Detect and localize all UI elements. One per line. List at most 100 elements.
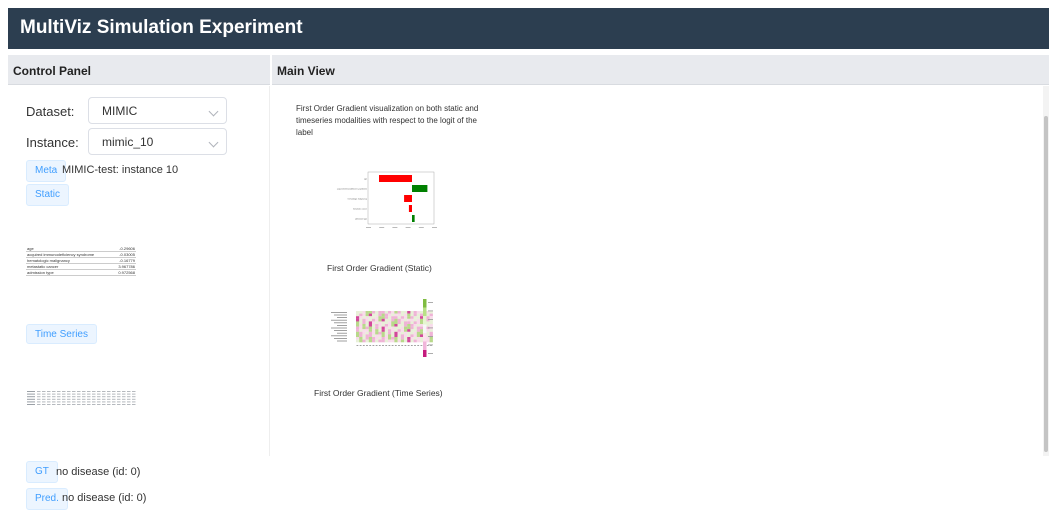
time-series-button[interactable]: Time Series <box>26 324 97 344</box>
ts-cell <box>57 398 61 400</box>
heatmap-cell <box>359 331 363 335</box>
heatmap-cell <box>372 326 376 330</box>
heatmap-row-label <box>334 314 347 316</box>
ts-cell <box>87 391 91 392</box>
heatmap-cell <box>384 331 389 335</box>
heatmap-cell <box>397 311 401 314</box>
scrollbar-thumb[interactable] <box>1044 116 1048 452</box>
heatmap-cell <box>365 337 369 340</box>
static-bar <box>408 205 412 212</box>
heatmap-cell <box>400 313 405 317</box>
ts-cell <box>67 391 71 392</box>
heatmap-x-tick <box>385 345 388 346</box>
heatmap-cell <box>416 324 421 327</box>
heatmap-cell <box>413 321 417 325</box>
heatmap-row-label <box>331 335 347 337</box>
heatmap-x-tick <box>362 345 365 346</box>
ts-cell <box>72 396 76 398</box>
heatmap-cell <box>362 318 366 322</box>
ts-cell <box>112 401 116 403</box>
ts-cell <box>127 391 131 392</box>
dataset-select[interactable]: MIMIC <box>88 97 227 124</box>
heatmap-cell <box>404 339 408 343</box>
static-button[interactable]: Static <box>26 184 70 206</box>
heatmap-cell <box>359 321 363 325</box>
ts-cell <box>92 401 96 403</box>
ts-row-label <box>27 396 35 398</box>
heatmap-cell <box>394 318 398 322</box>
chevron-down-icon <box>208 137 219 148</box>
heatmap-cell <box>420 339 424 343</box>
static-gradient-chart: age acquired immunodeficiency syndrome hem… <box>337 171 437 228</box>
heatmap-cell <box>413 334 417 338</box>
ts-cell <box>117 393 121 395</box>
heatmap-cell <box>394 313 398 317</box>
heatmap-cell <box>394 311 398 314</box>
heatmap-row-label <box>331 312 347 313</box>
heatmap-cell <box>416 318 421 322</box>
ts-row-label <box>27 404 35 405</box>
heatmap-cell <box>365 316 369 319</box>
ts-cell <box>77 393 81 395</box>
heatmap-cell <box>400 316 405 319</box>
heatmap-cell <box>381 316 385 319</box>
heatmap-x-tick <box>356 345 359 346</box>
gt-text: no disease (id: 0) <box>56 466 141 478</box>
heatmap-cell <box>426 337 430 340</box>
heatmap-cell <box>400 321 405 325</box>
ts-cell <box>87 396 91 398</box>
heatmap-cell <box>426 311 430 314</box>
heatmap-cell <box>410 311 414 314</box>
heatmap-cell <box>407 337 411 340</box>
gt-button[interactable]: GT <box>26 461 58 483</box>
heatmap-row-label <box>331 319 347 321</box>
heatmap-cell <box>388 329 392 332</box>
heatmap-cell <box>397 324 401 327</box>
heatmap-cell <box>426 329 430 332</box>
ts-cell <box>57 401 61 403</box>
heatmap-cell <box>410 326 414 330</box>
heatmap-cell <box>391 313 395 317</box>
heatmap-cell <box>375 311 379 314</box>
heatmap-x-tick <box>378 345 381 346</box>
heatmap-cell <box>359 339 363 343</box>
heatmap-cell <box>365 318 369 322</box>
heatmap-x-tick <box>410 345 413 346</box>
heatmap-cell <box>429 316 433 319</box>
heatmap-row-label <box>331 327 347 329</box>
heatmap-cell <box>404 326 408 330</box>
heatmap-cell <box>429 339 433 343</box>
ts-cell <box>92 398 96 400</box>
heatmap-cell <box>368 334 373 338</box>
instance-select[interactable]: mimic_10 <box>88 128 227 155</box>
heatmap-cell <box>378 331 382 335</box>
colorbar-tick <box>428 336 433 337</box>
ts-cell <box>72 401 76 403</box>
heatmap-cell <box>384 311 389 314</box>
heatmap-cell <box>368 318 373 322</box>
ts-cell <box>92 396 96 398</box>
heatmap-cell <box>378 313 382 317</box>
ts-cell <box>67 396 71 398</box>
dataset-value: MIMIC <box>102 104 138 118</box>
main-view-title: Main View <box>277 64 335 78</box>
heatmap-cell <box>391 337 395 340</box>
heatmap-cell <box>381 311 385 314</box>
ts-cell <box>42 391 46 392</box>
heatmap-cell <box>381 334 385 338</box>
heatmap-cell <box>359 329 363 332</box>
heatmap-cell <box>410 339 414 343</box>
heatmap-cell <box>372 339 376 343</box>
heatmap-cell <box>416 337 421 340</box>
heatmap-cell <box>410 329 414 332</box>
ts-cell <box>127 404 131 405</box>
colorbar-tick <box>428 319 433 320</box>
heatmap-cell <box>378 316 382 319</box>
heatmap-cell <box>391 321 395 325</box>
meta-button[interactable]: Meta <box>26 160 67 182</box>
ts-cell <box>37 393 41 395</box>
heatmap-cell <box>362 337 366 340</box>
heatmap-x-tick <box>398 345 400 346</box>
ts-cell <box>112 404 116 405</box>
heatmap-x-tick <box>401 345 404 346</box>
